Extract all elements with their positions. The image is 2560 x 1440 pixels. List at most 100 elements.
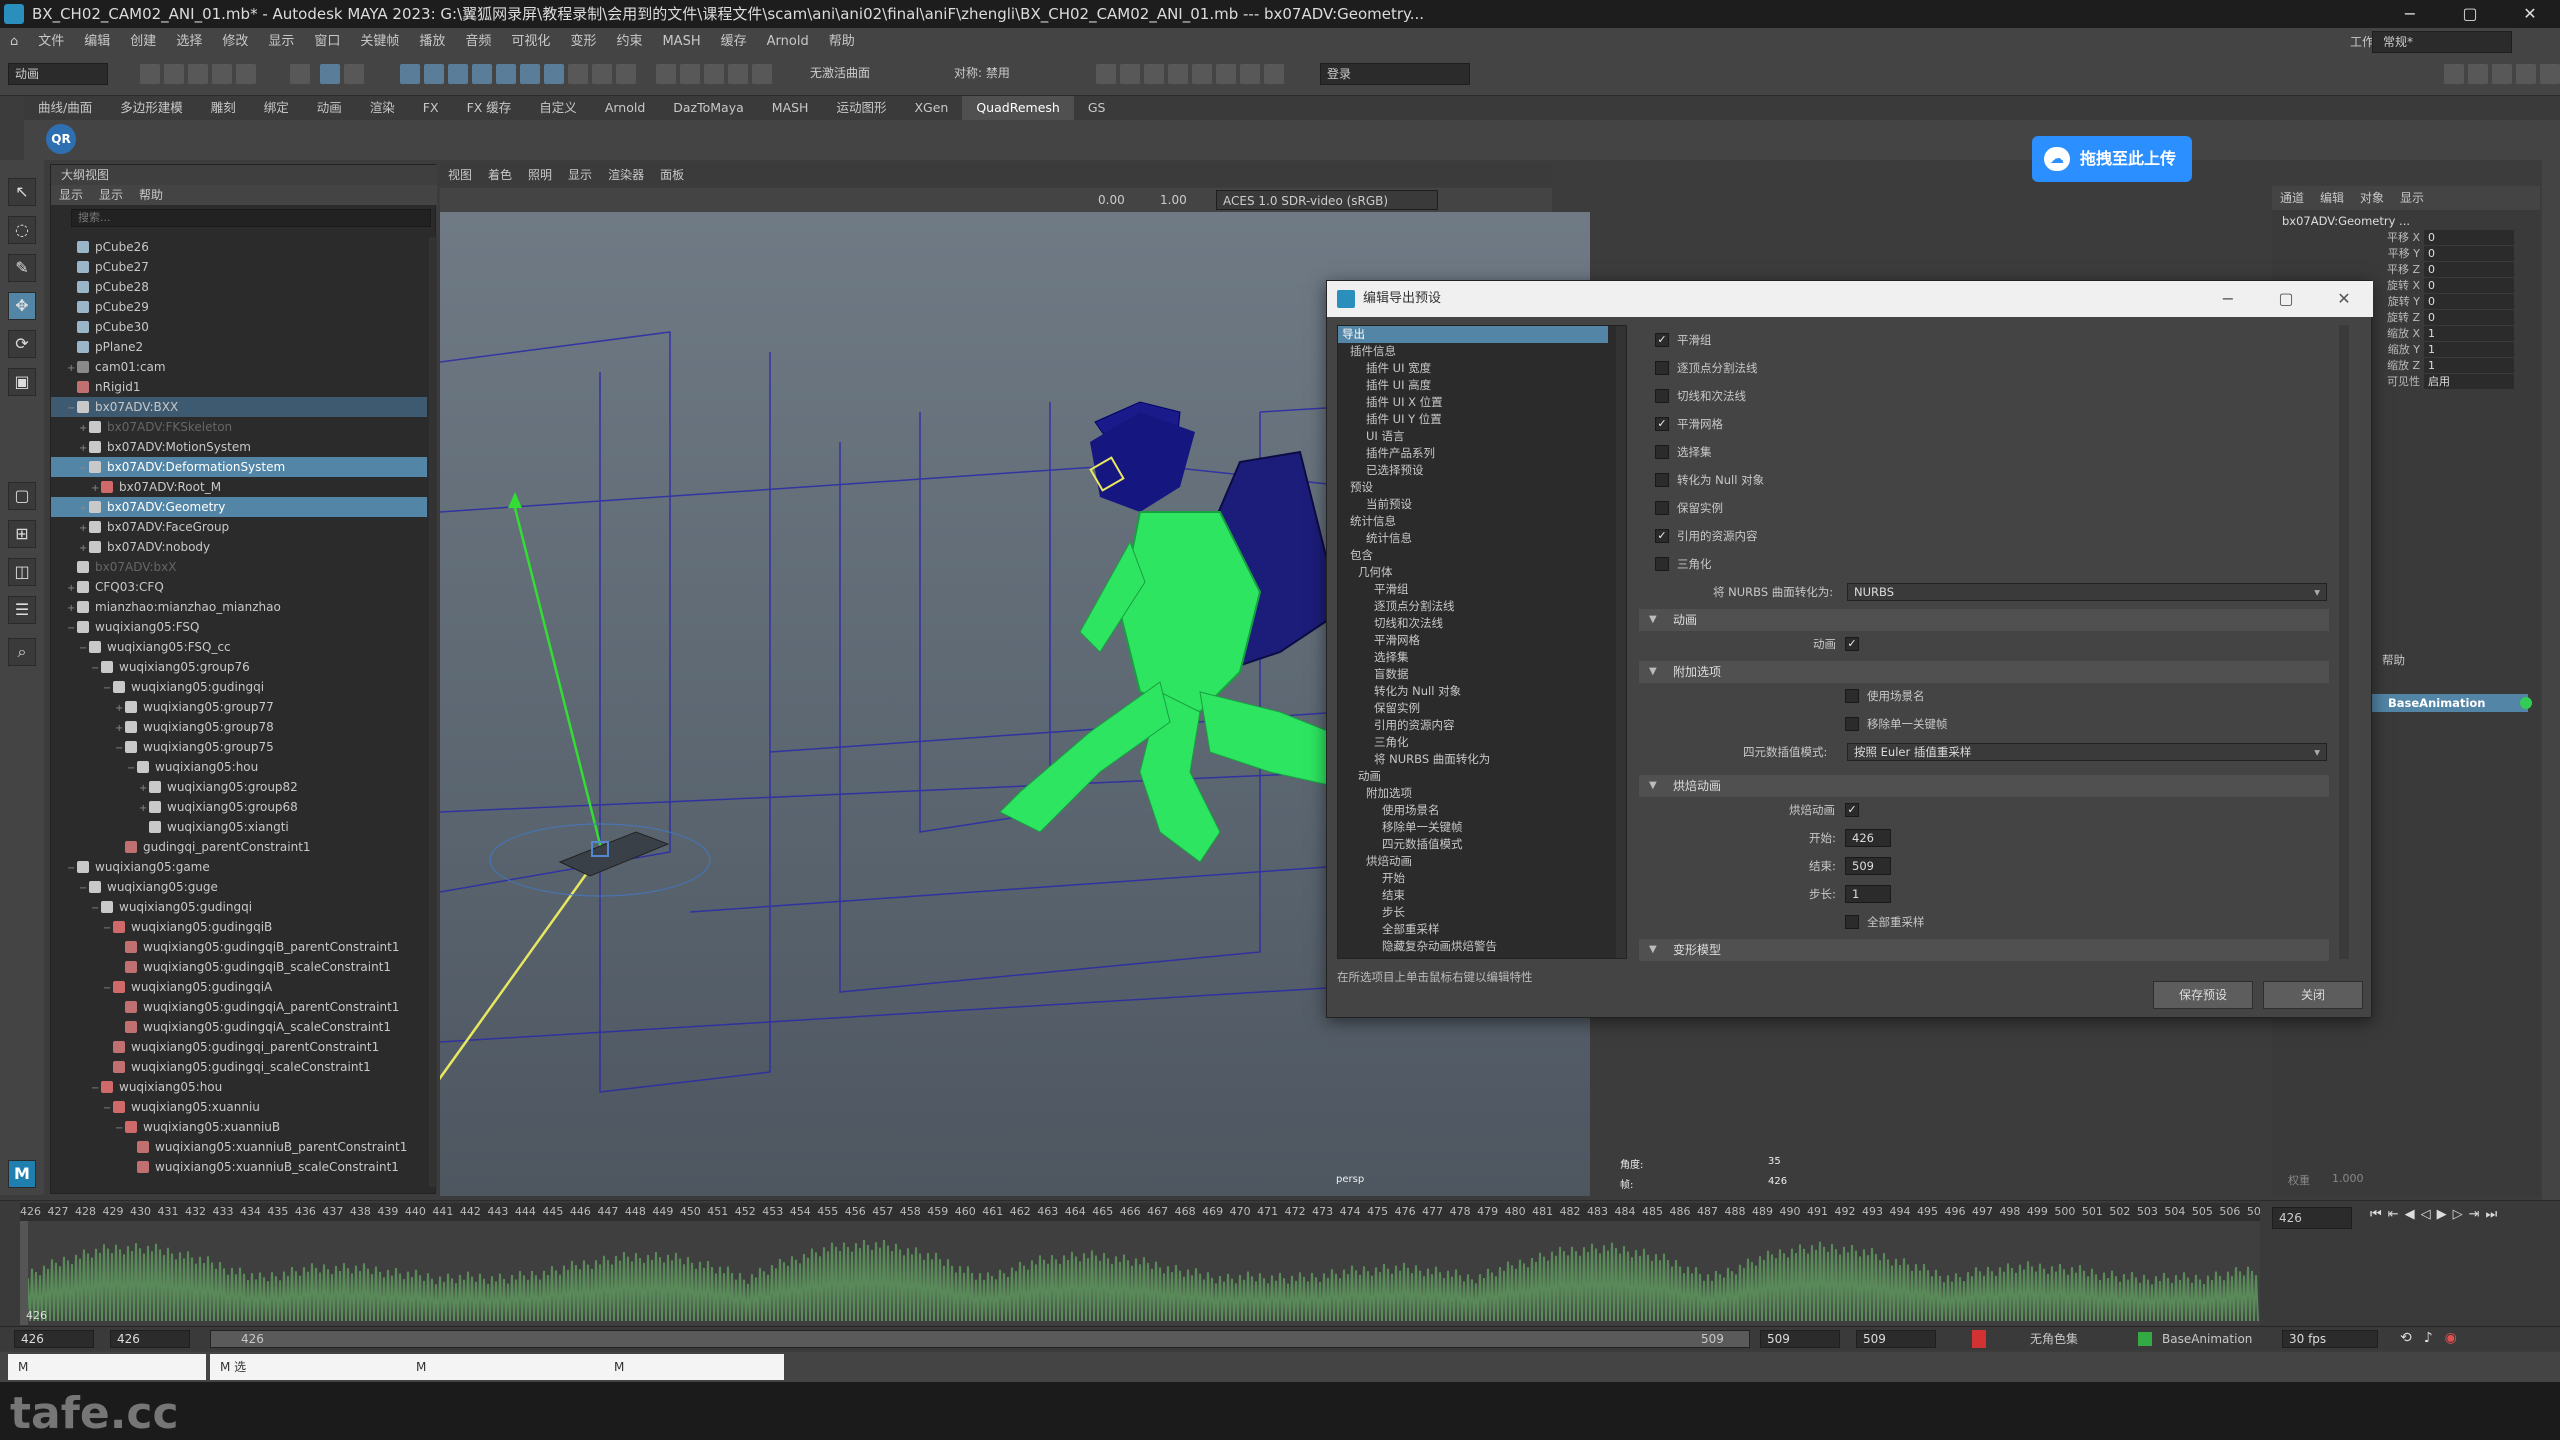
outliner-item[interactable]: + cam01:cam: [51, 357, 427, 377]
export-tree-item[interactable]: 开始: [1338, 870, 1608, 887]
expand-toggle-icon[interactable]: −: [103, 979, 113, 997]
outliner-item[interactable]: − wuqixiang05:gudingqiA: [51, 977, 427, 997]
channel-value[interactable]: 1: [2424, 326, 2514, 341]
deformed-models-section-header[interactable]: ▼ 变形模型: [1639, 939, 2329, 961]
expand-toggle-icon[interactable]: +: [79, 499, 89, 517]
fps-dropdown[interactable]: 30 fps: [2282, 1330, 2378, 1348]
select-object-icon[interactable]: [320, 64, 340, 84]
symmetry-field[interactable]: 对称: 禁用: [948, 63, 1058, 85]
select-by-handle-icon[interactable]: [400, 64, 420, 84]
expand-toggle-icon[interactable]: −: [67, 619, 77, 637]
shelf-tab-animation[interactable]: 动画: [303, 96, 356, 120]
menu-windows[interactable]: 窗口: [304, 28, 350, 56]
animation-checkbox[interactable]: ✓: [1845, 637, 1859, 651]
outliner-layout-icon[interactable]: ☰: [8, 596, 36, 624]
outliner-item[interactable]: wuqixiang05:gudingqiA_scaleConstraint1: [51, 1017, 427, 1037]
shelf-tab-rendering[interactable]: 渲染: [356, 96, 409, 120]
shelf-tab-motion-graphics[interactable]: 运动图形: [822, 96, 900, 120]
export-tree-item[interactable]: 步长: [1338, 904, 1608, 921]
outliner-item[interactable]: − wuqixiang05:FSQ: [51, 617, 427, 637]
expand-toggle-icon[interactable]: +: [115, 719, 125, 737]
outliner-item[interactable]: nRigid1: [51, 377, 427, 397]
go-to-start-icon[interactable]: ⏮: [2370, 1207, 2388, 1222]
shelf-tab-poly-modeling[interactable]: 多边形建模: [106, 96, 197, 120]
export-tree-item[interactable]: 使用场景名: [1338, 802, 1608, 819]
search-icon[interactable]: ⌕: [8, 638, 36, 666]
sound-icon[interactable]: ♪: [2424, 1330, 2445, 1346]
select-component-icon[interactable]: [344, 64, 364, 84]
pause-viewport-icon[interactable]: [1264, 64, 1284, 84]
viewport-menu-panels[interactable]: 面板: [652, 168, 692, 182]
export-tree-item[interactable]: 四元数插值模式: [1338, 836, 1608, 853]
outliner-item[interactable]: + wuqixiang05:group78: [51, 717, 427, 737]
expand-toggle-icon[interactable]: +: [115, 699, 125, 717]
character-controls-icon[interactable]: [2468, 64, 2488, 84]
outliner-item[interactable]: − wuqixiang05:xuanniuB: [51, 1117, 427, 1137]
minimize-button[interactable]: −: [2380, 0, 2440, 28]
menuset-dropdown[interactable]: 动画: [8, 63, 108, 85]
outliner-item[interactable]: pCube30: [51, 317, 427, 337]
outliner-item[interactable]: pCube27: [51, 257, 427, 277]
snap-live-icon[interactable]: [752, 64, 772, 84]
export-tree-item[interactable]: 插件信息: [1338, 343, 1608, 360]
export-tree-item[interactable]: 包含: [1338, 547, 1608, 564]
expand-toggle-icon[interactable]: −: [103, 919, 113, 937]
preserve-instances-checkbox[interactable]: [1655, 501, 1669, 515]
export-tree-item[interactable]: 插件 UI Y 位置: [1338, 411, 1608, 428]
remove-single-key-checkbox[interactable]: [1845, 717, 1859, 731]
taskbar-tab[interactable]: M: [604, 1354, 784, 1380]
move-tool-icon[interactable]: ✥: [8, 292, 36, 320]
export-tree-item[interactable]: 隐藏复杂动画烘焙警告: [1338, 938, 1608, 955]
menu-audio[interactable]: 音频: [455, 28, 501, 56]
scene-start-field[interactable]: 426: [14, 1330, 94, 1348]
select-by-joint-icon[interactable]: [424, 64, 444, 84]
loop-icon[interactable]: ⟲: [2400, 1330, 2424, 1346]
export-tree-item[interactable]: UI 语言: [1338, 428, 1608, 445]
expand-toggle-icon[interactable]: −: [103, 1099, 113, 1117]
outliner-item[interactable]: pCube28: [51, 277, 427, 297]
expand-toggle-icon[interactable]: +: [139, 799, 149, 817]
close-window-button[interactable]: ✕: [2500, 0, 2560, 28]
outliner-item[interactable]: − wuqixiang05:gudingqi: [51, 677, 427, 697]
shelf-tab-rigging[interactable]: 绑定: [250, 96, 303, 120]
snap-curve-icon[interactable]: [680, 64, 700, 84]
outliner-item[interactable]: wuqixiang05:gudingqiB_parentConstraint1: [51, 937, 427, 957]
use-scene-name-checkbox[interactable]: [1845, 689, 1859, 703]
outliner-item[interactable]: − wuqixiang05:group75: [51, 737, 427, 757]
shelf-tab-curves[interactable]: 曲线/曲面: [24, 96, 106, 120]
color-space-dropdown[interactable]: ACES 1.0 SDR-video (sRGB): [1216, 190, 1438, 210]
expand-toggle-icon[interactable]: −: [115, 739, 125, 757]
character-set-dropdown[interactable]: 无角色集: [2030, 1327, 2078, 1351]
expand-toggle-icon[interactable]: −: [67, 859, 77, 877]
shelf-tab-gs[interactable]: GS: [1074, 96, 1120, 120]
select-by-deformer-icon[interactable]: [496, 64, 516, 84]
auto-key-icon[interactable]: [1972, 1330, 1986, 1348]
outliner-item[interactable]: + wuqixiang05:group68: [51, 797, 427, 817]
render-frame-icon[interactable]: [1096, 64, 1116, 84]
outliner-item[interactable]: + bx07ADV:MotionSystem: [51, 437, 427, 457]
outliner-item[interactable]: wuqixiang05:gudingqi_scaleConstraint1: [51, 1057, 427, 1077]
outliner-item[interactable]: + bx07ADV:FKSkeleton: [51, 417, 427, 437]
save-preset-button[interactable]: 保存预设: [2153, 981, 2253, 1009]
outliner-search-input[interactable]: 搜索...: [71, 209, 431, 227]
play-forward-icon[interactable]: ▶: [2437, 1207, 2453, 1222]
menu-playback[interactable]: 播放: [409, 28, 455, 56]
outliner-item[interactable]: wuqixiang05:xuanniuB_scaleConstraint1: [51, 1157, 427, 1177]
undo-icon[interactable]: [212, 64, 232, 84]
step-forward-key-icon[interactable]: ⇥: [2469, 1207, 2486, 1222]
outliner-scrollbar[interactable]: [429, 237, 437, 1187]
outliner-item[interactable]: − bx07ADV:BXX: [51, 397, 427, 417]
open-scene-icon[interactable]: [164, 64, 184, 84]
export-tree-item[interactable]: 平滑网格: [1338, 632, 1608, 649]
outliner-menu-help[interactable]: 帮助: [131, 188, 171, 202]
nurbs-convert-dropdown[interactable]: NURBS: [1847, 583, 2327, 601]
shelf-tab-arnold[interactable]: Arnold: [591, 96, 659, 120]
save-scene-icon[interactable]: [188, 64, 208, 84]
expand-toggle-icon[interactable]: +: [67, 579, 77, 597]
expand-toggle-icon[interactable]: −: [103, 679, 113, 697]
expand-toggle-icon[interactable]: −: [115, 1119, 125, 1137]
layer-help-menu[interactable]: 帮助: [2382, 652, 2405, 668]
four-view-layout-icon[interactable]: ⊞: [8, 520, 36, 548]
export-tree-item[interactable]: 动画: [1338, 768, 1608, 785]
expand-toggle-icon[interactable]: −: [127, 759, 137, 777]
